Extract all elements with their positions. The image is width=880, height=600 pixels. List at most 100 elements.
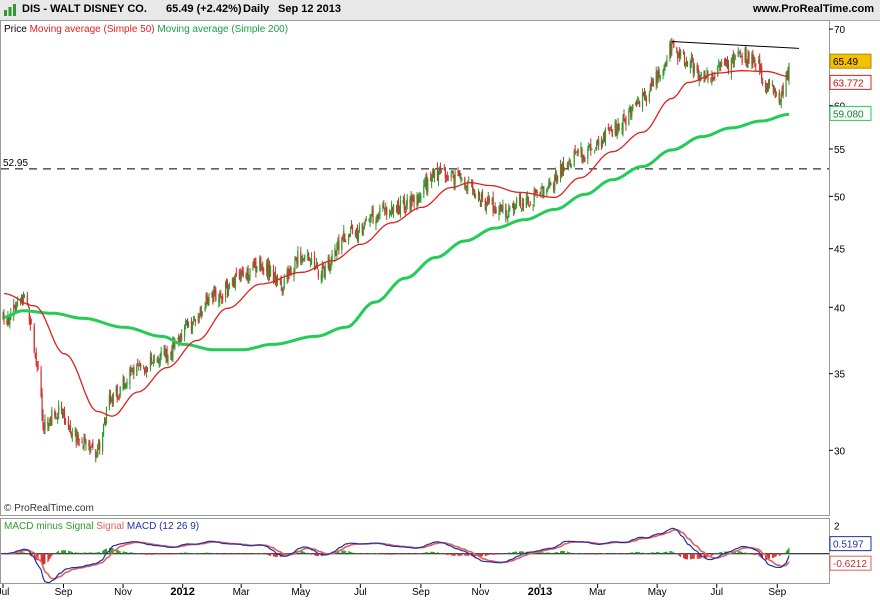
macd-histogram-bar (621, 553, 623, 555)
macd-histogram-bar (635, 551, 637, 554)
macd-histogram-bar (506, 553, 508, 554)
macd-histogram-bar (341, 550, 343, 554)
macd-histogram-bar (451, 553, 453, 556)
macd-histogram-bar (345, 550, 347, 554)
macd-histogram-bar (515, 551, 517, 554)
macd-histogram-bar (356, 553, 358, 554)
macd-histogram-bar (232, 553, 234, 555)
macd-histogram-bar (637, 551, 639, 554)
macd-histogram-bar (42, 553, 44, 565)
candle-body (714, 76, 716, 79)
macd-histogram-bar (43, 553, 45, 565)
macd-histogram-bar (151, 553, 153, 555)
candle-body (303, 260, 305, 262)
macd-histogram-bar (425, 552, 427, 554)
macd-histogram-bar (488, 553, 490, 555)
macd-histogram-bar (720, 552, 722, 554)
legend-macd-signal: Signal (96, 521, 125, 532)
macd-histogram-bar (75, 552, 77, 554)
macd-histogram-bar (307, 552, 309, 554)
macd-histogram-bar (316, 553, 318, 557)
macd-histogram-bar (370, 553, 372, 554)
macd-histogram-bar (77, 552, 79, 554)
candle-body (590, 143, 592, 151)
macd-histogram-bar (719, 552, 721, 554)
candle-body (317, 270, 319, 278)
candle-body (759, 59, 761, 71)
candle-body (370, 217, 372, 219)
candle-body (256, 266, 258, 273)
macd-histogram-bar (615, 553, 617, 554)
candle-body (149, 355, 152, 369)
macd-histogram-bar (49, 553, 51, 560)
macd-histogram-bar (676, 553, 678, 554)
macd-histogram-bar (775, 553, 777, 557)
macd-histogram-bar (788, 547, 790, 554)
macd-histogram-bar (771, 553, 773, 559)
candle-body (594, 150, 596, 152)
macd-histogram-bar (225, 553, 227, 555)
macd-histogram-bar (557, 551, 559, 554)
macd-histogram-bar (270, 553, 272, 556)
candle-body (628, 110, 630, 125)
candle-body (130, 367, 132, 372)
candle-body (208, 294, 210, 303)
macd-histogram-bar (432, 551, 434, 554)
macd-histogram-bar (64, 550, 66, 554)
macd-histogram-bar (611, 552, 613, 554)
macd-histogram-bar (491, 553, 493, 555)
price-plot[interactable]: 52.95 Price Moving average (Simple 50) M… (0, 20, 830, 516)
macd-histogram-bar (64, 550, 66, 554)
macd-histogram-bar (744, 552, 746, 554)
macd-histogram-bar (118, 550, 120, 554)
macd-histogram-bar (197, 553, 199, 554)
x-tick-label: May (291, 587, 310, 598)
x-tick-label: Sep (412, 587, 430, 598)
macd-histogram-bar (117, 550, 119, 554)
candle-body (344, 233, 346, 239)
candle-body (648, 93, 650, 101)
macd-histogram-bar (423, 552, 425, 554)
macd-histogram-bar (123, 551, 125, 554)
macd-histogram-bar (555, 552, 557, 554)
candle-body (47, 419, 49, 426)
candle-body (690, 56, 692, 64)
macd-plot[interactable]: MACD minus Signal Signal MACD (12 26 9) (0, 518, 830, 584)
macd-histogram-bar (371, 553, 373, 554)
macd-histogram-group (2, 547, 790, 565)
candle-body (666, 59, 668, 65)
candle-body (461, 178, 463, 180)
candle-body (211, 293, 213, 296)
candle-body (57, 416, 59, 420)
macd-histogram-bar (684, 553, 686, 559)
date-label: Sep 12 2013 (278, 3, 341, 15)
candle-body (143, 369, 146, 373)
chart-header: DIS - WALT DISNEY CO. 65.49 (+2.42%) Dai… (0, 0, 880, 21)
macd-histogram-bar (737, 551, 739, 554)
macd-histogram-bar (648, 553, 650, 554)
candle-body (676, 47, 678, 50)
macd-histogram-bar (758, 553, 760, 556)
candle-body (160, 351, 162, 356)
macd-histogram-bar (140, 553, 142, 555)
macd-histogram-bar (28, 553, 30, 555)
macd-histogram-bar (465, 553, 467, 556)
macd-histogram-bar (434, 552, 436, 554)
macd-histogram-bar (355, 553, 357, 554)
macd-histogram-bar (384, 553, 386, 555)
candle-body (372, 208, 374, 223)
macd-histogram-bar (208, 552, 210, 554)
macd-histogram-bar (638, 552, 640, 554)
macd-histogram-bar (718, 552, 720, 554)
candle-body (699, 75, 701, 78)
macd-histogram-bar (630, 552, 632, 554)
macd-histogram-bar (198, 553, 200, 554)
candle-body (762, 82, 764, 83)
candle-body (69, 425, 71, 433)
macd-histogram-bar (738, 551, 740, 554)
macd-histogram-bar (438, 552, 440, 554)
macd-histogram-bar (247, 553, 249, 555)
candle-body (748, 52, 750, 63)
macd-histogram-bar (199, 553, 201, 554)
macd-histogram-bar (233, 553, 235, 555)
